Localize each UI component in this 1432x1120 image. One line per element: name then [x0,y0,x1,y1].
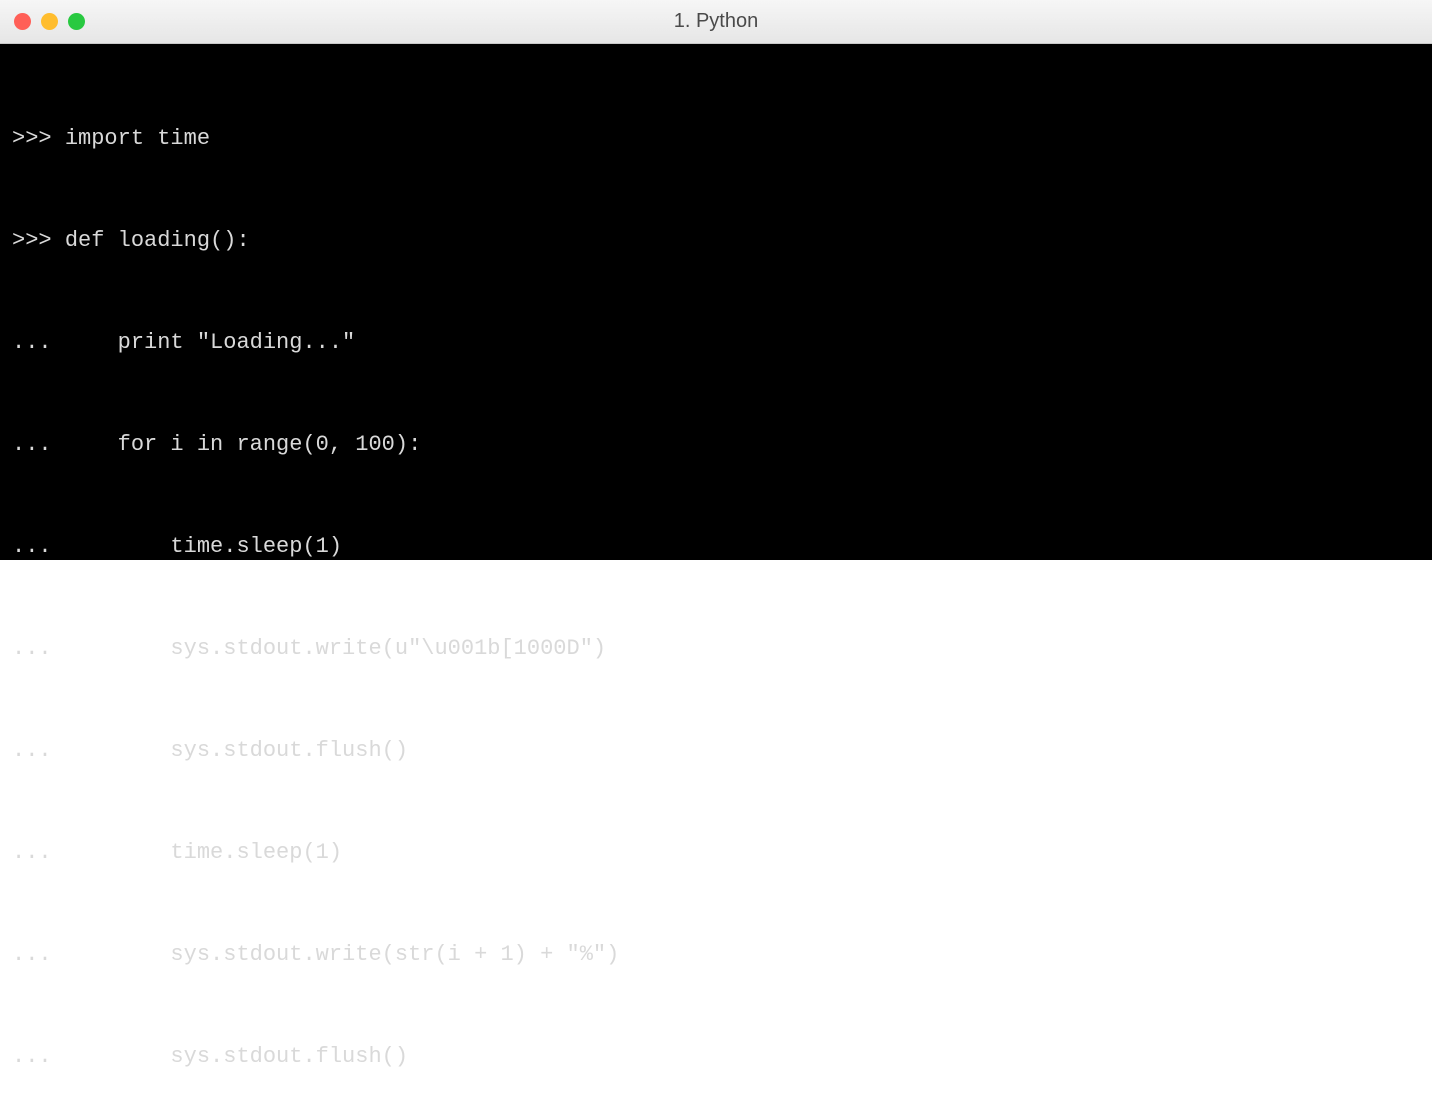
prompt: ... [12,840,65,865]
terminal-line: ... time.sleep(1) [12,530,1420,564]
prompt: ... [12,432,65,457]
prompt: >>> [12,126,65,151]
traffic-lights [14,13,85,30]
close-icon[interactable] [14,13,31,30]
code-text: sys.stdout.write(u"\u001b[1000D") [65,636,606,661]
prompt: ... [12,738,65,763]
prompt: ... [12,636,65,661]
terminal-line: ... for i in range(0, 100): [12,428,1420,462]
terminal-line: ... sys.stdout.flush() [12,734,1420,768]
prompt: ... [12,330,65,355]
code-text: time.sleep(1) [65,534,342,559]
code-text: time.sleep(1) [65,840,342,865]
prompt: ... [12,942,65,967]
prompt: ... [12,1044,65,1069]
code-text: sys.stdout.flush() [65,738,408,763]
terminal-line: >>> def loading(): [12,224,1420,258]
terminal-line: ... sys.stdout.write(str(i + 1) + "%") [12,938,1420,972]
window-titlebar: 1. Python [0,0,1432,44]
prompt: ... [12,534,65,559]
code-text: import time [65,126,210,151]
terminal-line: ... sys.stdout.flush() [12,1040,1420,1074]
terminal-line: ... time.sleep(1) [12,836,1420,870]
code-text: print "Loading..." [65,330,355,355]
code-text: sys.stdout.flush() [65,1044,408,1069]
terminal-line: ... print "Loading..." [12,326,1420,360]
prompt: >>> [12,228,65,253]
terminal-line: ... sys.stdout.write(u"\u001b[1000D") [12,632,1420,666]
code-text: def loading(): [65,228,250,253]
window-title: 1. Python [0,10,1432,33]
terminal-line: >>> import time [12,122,1420,156]
zoom-icon[interactable] [68,13,85,30]
code-text: sys.stdout.write(str(i + 1) + "%") [65,942,620,967]
minimize-icon[interactable] [41,13,58,30]
code-text: for i in range(0, 100): [65,432,421,457]
terminal-area[interactable]: >>> import time >>> def loading(): ... p… [0,44,1432,560]
